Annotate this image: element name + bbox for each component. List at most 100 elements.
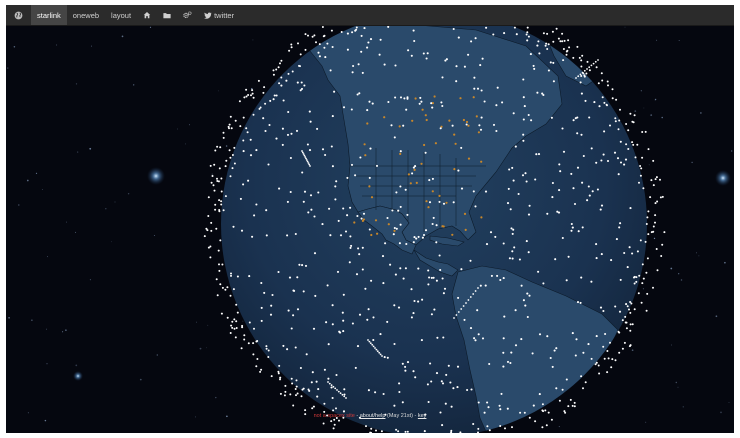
satellite-dot (541, 403, 544, 406)
satellite-dot (611, 88, 614, 91)
satellite-dot (343, 388, 346, 391)
satellite-dot (495, 129, 498, 133)
satellite-dot (295, 379, 298, 382)
satellite-dot (229, 175, 232, 178)
satellite-dot (514, 344, 518, 347)
twitter-link[interactable]: twitter (198, 5, 240, 25)
satellite-dot (625, 123, 628, 125)
city-dot (463, 212, 467, 215)
satellite-dot (411, 172, 414, 175)
satellite-dot (581, 226, 584, 229)
satellite-dot (290, 377, 293, 380)
satellite-dot (441, 277, 444, 280)
satellite-dot (600, 72, 603, 75)
satellite-dot (256, 358, 259, 360)
satellite-dot (472, 190, 475, 193)
satellite-dot (621, 347, 624, 350)
satellite-dot (452, 27, 455, 31)
nav-starlink[interactable]: starlink (31, 5, 67, 25)
satellite-dot (457, 36, 460, 39)
satellite-dot (624, 315, 627, 318)
satellite-dot (598, 372, 601, 375)
satellite-dot (624, 158, 628, 161)
satellite-dot (288, 49, 291, 52)
folder-icon[interactable] (157, 5, 177, 25)
star (156, 354, 158, 356)
satellite-dot (330, 386, 333, 389)
satellite-dot (286, 234, 289, 237)
satellite-dot (399, 223, 402, 226)
globe-viewport[interactable] (6, 26, 734, 433)
satellite-dot (452, 201, 455, 204)
satellite-dot (441, 104, 444, 108)
satellite-dot (614, 359, 617, 362)
satellite-dot (245, 88, 248, 91)
star (634, 110, 637, 112)
satellite-dot (326, 284, 329, 287)
satellite-dot (216, 177, 218, 180)
satellite-dot (296, 392, 299, 395)
satellite-dot (565, 53, 568, 56)
key-link[interactable]: key (418, 413, 427, 419)
satellite-dot (535, 153, 538, 156)
satellite-dot (629, 207, 632, 210)
satellite-dot (527, 35, 530, 38)
satellite-dot (375, 348, 378, 351)
nav-layout[interactable]: layout (105, 5, 137, 25)
satellite-dot (288, 276, 292, 279)
satellite-dot (284, 390, 287, 393)
about-help-link[interactable]: about/help (360, 413, 386, 419)
satellite-dot (404, 267, 407, 270)
satellite-dot (514, 309, 517, 312)
satellite-dot (356, 345, 360, 348)
satellite-dot (623, 251, 626, 255)
satellite-dot (209, 245, 212, 248)
satellite-dot (639, 239, 642, 242)
satellite-dot (231, 167, 234, 170)
satellite-dot (290, 43, 293, 46)
gears-icon[interactable] (177, 5, 198, 25)
city-dot (393, 229, 396, 232)
satellite-dot (229, 115, 232, 118)
satellite-dot (222, 131, 225, 134)
satellite-dot (307, 388, 310, 391)
star (7, 67, 9, 69)
satellite-dot (527, 213, 531, 216)
satellite-dot (587, 343, 590, 346)
satellite-dot (252, 96, 255, 99)
satellite-dot (370, 427, 373, 430)
satellite-dot (239, 197, 242, 200)
satellite-dot (654, 202, 657, 205)
satellite-dot (273, 94, 276, 97)
satellite-dot (522, 299, 525, 302)
satellite-dot (262, 91, 265, 94)
satellite-dot (502, 242, 505, 245)
satellite-dot (233, 162, 236, 165)
satellite-dot (427, 400, 430, 404)
satellite-dot (292, 404, 295, 407)
satellite-dot (265, 234, 268, 237)
star (89, 147, 92, 150)
globe-icon[interactable] (6, 5, 31, 25)
satellite-dot (591, 190, 594, 193)
nav-oneweb[interactable]: oneweb (67, 5, 105, 25)
star (698, 255, 700, 257)
satellite-dot (439, 268, 442, 272)
satellite-dot (210, 229, 213, 232)
satellite-dot (332, 385, 335, 388)
satellite-dot (610, 259, 613, 262)
home-icon[interactable] (137, 5, 157, 25)
satellite-dot (219, 239, 222, 242)
satellite-dot (304, 33, 307, 36)
satellite-dot (521, 174, 525, 177)
satellite-dot (586, 68, 588, 70)
satellite-dot (578, 56, 581, 59)
star (121, 35, 124, 38)
satellite-dot (361, 71, 364, 74)
satellite-dot (401, 362, 404, 365)
satellite-dot (600, 253, 603, 256)
satellite-dot (553, 349, 556, 352)
satellite-dot (533, 67, 536, 70)
satellite-dot (617, 128, 620, 131)
satellite-dot (541, 409, 544, 412)
